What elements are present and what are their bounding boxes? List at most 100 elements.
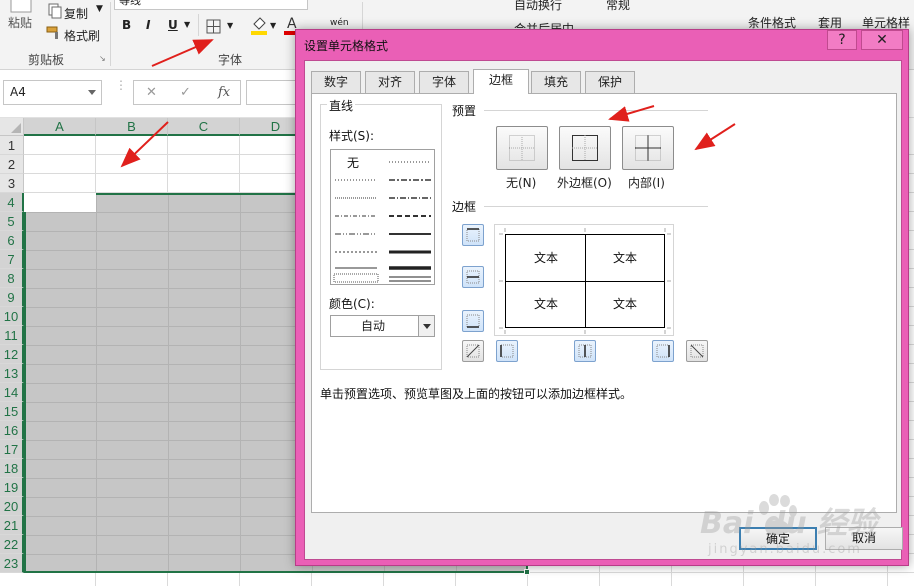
preset-none-label: 无(N) — [506, 176, 537, 190]
row-header[interactable]: 12 — [0, 345, 24, 364]
name-box[interactable]: A4 — [3, 80, 102, 105]
tab-font[interactable]: 字体 — [419, 71, 469, 93]
tab-label: 保护 — [597, 75, 622, 89]
fill-handle[interactable] — [524, 569, 530, 575]
row-header[interactable]: 14 — [0, 383, 24, 402]
preset-inside-button[interactable] — [622, 126, 674, 170]
fill-color-icon[interactable] — [250, 14, 268, 36]
row-header[interactable]: 20 — [0, 497, 24, 516]
row-header[interactable]: 3 — [0, 174, 24, 193]
bold-button[interactable]: B — [122, 18, 131, 32]
top-border-button[interactable] — [462, 224, 484, 246]
right-border-icon — [656, 344, 670, 358]
line-color-value: 自动 — [361, 319, 386, 333]
tab-number[interactable]: 数字 — [311, 71, 361, 93]
tab-protection[interactable]: 保护 — [585, 71, 635, 93]
preset-none-button[interactable] — [496, 126, 548, 170]
inside-horizontal-border-button[interactable] — [462, 266, 484, 288]
inside-horizontal-border-icon — [466, 270, 480, 284]
preview-cell-text: 文本 — [612, 251, 637, 265]
row-header[interactable]: 9 — [0, 288, 24, 307]
format-painter-button[interactable]: 格式刷 — [64, 27, 100, 44]
row-header[interactable]: 17 — [0, 440, 24, 459]
row-header[interactable]: 16 — [0, 421, 24, 440]
border-preview[interactable]: 文本 文本 文本 文本 — [494, 224, 674, 336]
help-button[interactable]: ? — [827, 30, 857, 50]
fill-color-dropdown-icon[interactable]: ▼ — [270, 21, 276, 30]
border-tab-panel: 直线 样式(S): 无 颜色(C): 自动 预置 无(N) 外边框(O) 内部(… — [311, 93, 897, 513]
line-style-samples[interactable] — [331, 150, 436, 286]
row-header[interactable]: 21 — [0, 516, 24, 535]
preview-grid[interactable]: 文本 文本 文本 文本 — [505, 234, 665, 328]
number-format-box[interactable]: 常规 — [606, 0, 630, 13]
formula-buttons: ✕ ✓ fx — [133, 80, 241, 105]
diagonal-down-border-button[interactable] — [686, 340, 708, 362]
chevron-down-icon[interactable] — [418, 316, 434, 336]
right-border-button[interactable] — [652, 340, 674, 362]
font-name-box[interactable]: 等线 — [114, 0, 308, 10]
preview-cell-text: 文本 — [533, 297, 558, 311]
select-all-button[interactable] — [0, 118, 24, 136]
borders-dropdown-icon[interactable]: ▼ — [227, 21, 233, 30]
row-header[interactable]: 4 — [0, 193, 24, 212]
diagonal-down-icon — [690, 344, 704, 358]
dialog-launcher-icon[interactable]: ↘ — [99, 54, 106, 63]
column-header-c[interactable]: C — [168, 118, 240, 136]
row-header[interactable]: 5 — [0, 212, 24, 231]
border-section-title: 边框 — [452, 200, 477, 214]
diagonal-up-border-button[interactable] — [462, 340, 484, 362]
tab-border[interactable]: 边框 — [473, 69, 529, 94]
formula-input[interactable] — [246, 80, 302, 105]
row-header[interactable]: 13 — [0, 364, 24, 383]
close-button[interactable]: ✕ — [861, 30, 903, 50]
enter-icon[interactable]: ✓ — [180, 85, 191, 100]
active-cell[interactable] — [24, 193, 96, 212]
tab-fill[interactable]: 填充 — [531, 71, 581, 93]
line-section: 直线 样式(S): 无 颜色(C): 自动 — [320, 97, 442, 370]
drag-handle-icon[interactable]: ⋮ — [115, 79, 127, 91]
ribbon-separator — [110, 2, 111, 66]
tab-label: 字体 — [431, 75, 456, 89]
diagonal-up-icon — [466, 344, 480, 358]
chevron-down-icon[interactable] — [88, 90, 96, 95]
row-header[interactable]: 15 — [0, 402, 24, 421]
line-style-list[interactable]: 无 — [330, 149, 435, 285]
row-header[interactable]: 19 — [0, 478, 24, 497]
phonetic-button[interactable]: wén — [330, 18, 349, 28]
line-color-select[interactable]: 自动 — [330, 315, 435, 337]
column-header-b[interactable]: B — [96, 118, 168, 136]
column-header-a[interactable]: A — [24, 118, 96, 136]
tab-alignment[interactable]: 对齐 — [365, 71, 415, 93]
row-header[interactable]: 10 — [0, 307, 24, 326]
row-header[interactable]: 11 — [0, 326, 24, 345]
row-header[interactable]: 2 — [0, 155, 24, 174]
row-header[interactable]: 18 — [0, 459, 24, 478]
dialog-title: 设置单元格格式 — [304, 39, 389, 53]
preset-outline-button[interactable] — [559, 126, 611, 170]
watermark: Bai du 经验 jingyan.baidu.com — [700, 494, 910, 568]
row-header[interactable]: 1 — [0, 136, 24, 155]
preset-outline-icon — [572, 135, 598, 161]
inside-vertical-border-button[interactable] — [574, 340, 596, 362]
row-header[interactable]: 6 — [0, 231, 24, 250]
insert-function-button[interactable]: fx — [218, 85, 230, 100]
paste-icon — [10, 0, 32, 13]
underline-button[interactable]: U — [168, 18, 178, 32]
format-painter-icon — [46, 26, 58, 39]
italic-button[interactable]: I — [146, 18, 150, 32]
underline-dropdown-icon[interactable]: ▼ — [184, 20, 190, 29]
copy-button[interactable]: 复制 — [64, 5, 88, 22]
row-header[interactable]: 7 — [0, 250, 24, 269]
cancel-icon[interactable]: ✕ — [146, 85, 157, 100]
row-header[interactable]: 23 — [0, 554, 24, 573]
bottom-border-button[interactable] — [462, 310, 484, 332]
wrap-text-button[interactable]: 自动换行 — [514, 0, 562, 13]
clipboard-group-label: 剪贴板 — [28, 53, 65, 67]
help-icon: ? — [838, 32, 846, 48]
borders-icon[interactable] — [206, 19, 221, 34]
preset-inside-icon — [635, 135, 661, 161]
left-border-button[interactable] — [496, 340, 518, 362]
row-header[interactable]: 8 — [0, 269, 24, 288]
paste-button[interactable]: 粘贴 — [8, 14, 32, 31]
row-header[interactable]: 22 — [0, 535, 24, 554]
